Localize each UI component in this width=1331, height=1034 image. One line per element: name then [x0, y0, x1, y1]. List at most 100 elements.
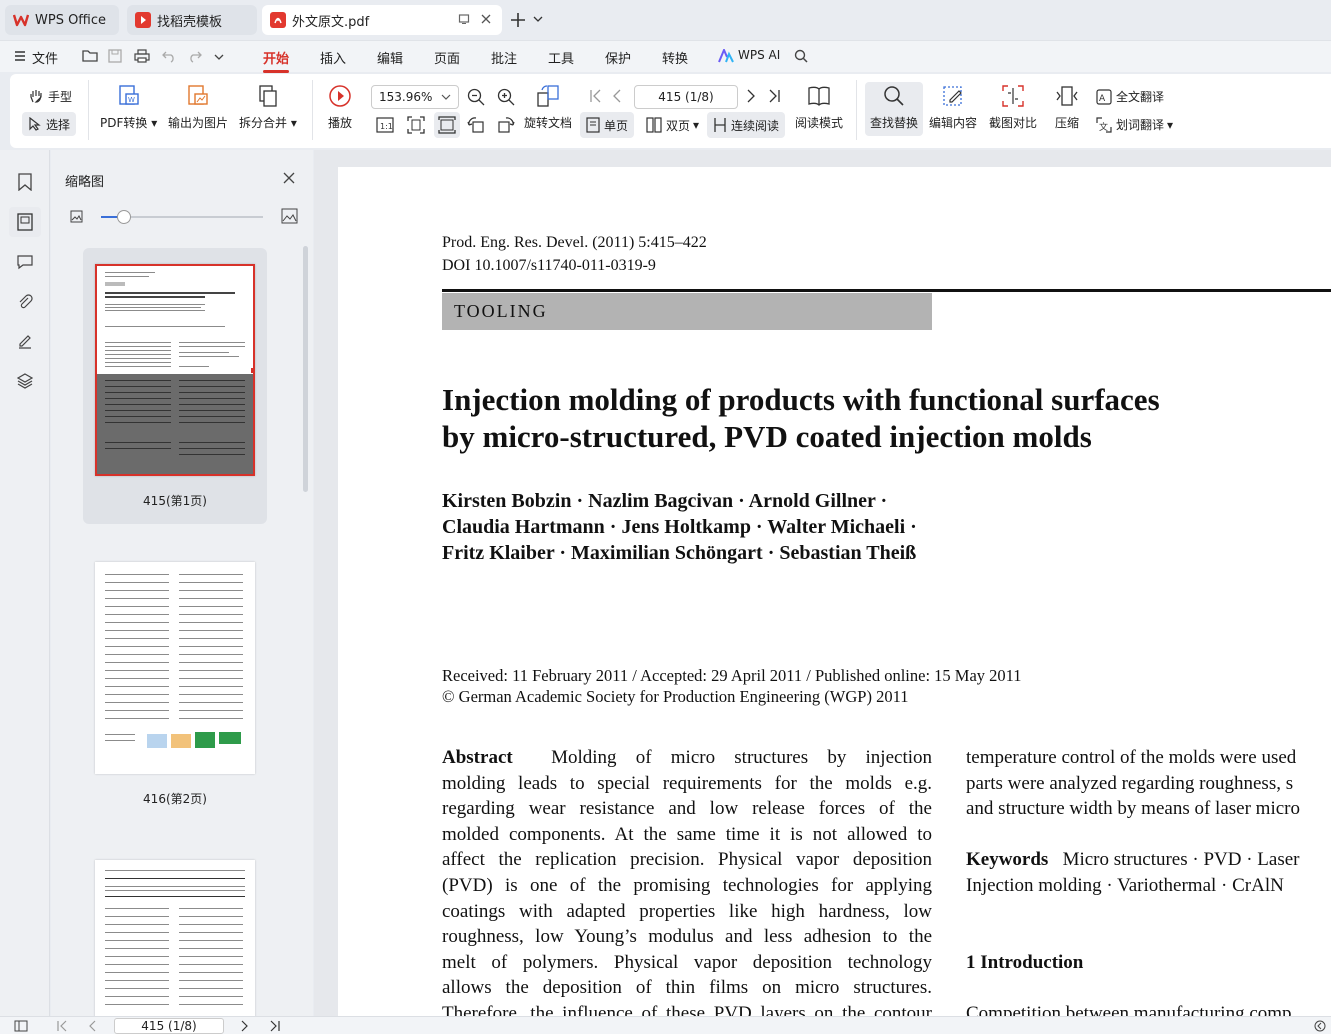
slider-handle[interactable] [117, 210, 131, 224]
hand-tool-button[interactable]: 手型 [24, 86, 76, 106]
zoom-in-icon[interactable] [497, 88, 515, 106]
select-label: 选择 [46, 117, 71, 132]
play-button[interactable]: 播放 [328, 84, 352, 131]
export-image-button[interactable]: 输出为图片 [168, 84, 228, 131]
thumbnail-page-2[interactable] [95, 562, 255, 774]
menu-page[interactable]: 页面 [434, 48, 460, 67]
thumbnail-card[interactable]: 415(第1页) [83, 248, 267, 524]
tab-pdf[interactable]: 外文原文.pdf [262, 5, 502, 35]
reading-mode-button[interactable]: 阅读模式 [795, 84, 843, 131]
fit-width-button[interactable] [434, 112, 460, 138]
chevron-down-icon[interactable] [533, 15, 543, 23]
print-icon[interactable] [134, 49, 150, 63]
save-icon[interactable] [108, 49, 122, 63]
chevron-down-icon[interactable] [214, 53, 224, 61]
next-page-icon[interactable] [239, 1020, 249, 1032]
hamburger-icon[interactable] [14, 50, 26, 62]
thumbnail-panel: 缩略图 415(第1页) 416(第2页) [51, 150, 313, 1016]
rotate-doc-button[interactable]: 旋转文档 [524, 84, 572, 131]
hand-label: 手型 [48, 89, 73, 104]
folder-icon[interactable] [82, 49, 98, 63]
layers-icon[interactable] [17, 373, 33, 389]
word-translate-button[interactable]: 文 划词翻译 ▾ [1096, 116, 1173, 133]
attachment-icon[interactable] [17, 293, 33, 309]
search-icon[interactable] [794, 49, 808, 63]
word-translate-label: 划词翻译 [1116, 118, 1165, 132]
sidebar-toggle-icon[interactable] [14, 1020, 28, 1032]
close-icon[interactable] [283, 172, 295, 184]
zoom-select[interactable]: 153.96% [371, 85, 459, 109]
thumbnail-panel-button[interactable] [9, 207, 41, 237]
rotate-right-icon[interactable] [497, 116, 515, 134]
doi: DOI 10.1007/s11740-011-0319-9 [442, 257, 656, 274]
menu-file[interactable]: 文件 [32, 48, 58, 67]
redo-icon[interactable] [188, 49, 202, 63]
prev-page-icon[interactable] [88, 1020, 98, 1032]
svg-text:A: A [1099, 94, 1106, 104]
double-page-button[interactable]: 双页 ▾ [642, 112, 703, 138]
split-merge-button[interactable]: 拆分合并 ▾ [239, 84, 297, 131]
pdf-convert-button[interactable]: W PDF转换 ▾ [100, 84, 157, 131]
thumbnail-card[interactable]: 416(第2页) [83, 546, 267, 822]
continuous-read-button[interactable]: 连续阅读 [707, 112, 786, 138]
find-replace-button[interactable]: 查找替换 [865, 82, 923, 136]
edit-content-button[interactable]: 编辑内容 [929, 84, 977, 131]
tab-wps-office[interactable]: WPS Office [5, 5, 119, 35]
thumbnail-label: 416(第2页) [143, 792, 207, 806]
page-input[interactable]: 415 (1/8) [634, 85, 738, 109]
first-page-icon[interactable] [588, 88, 602, 104]
body-line: Competition between manufacturing comp [966, 1002, 1292, 1016]
new-tab-icon[interactable] [510, 12, 526, 28]
small-image-icon[interactable] [70, 210, 83, 223]
select-tool-button[interactable]: 选择 [22, 112, 77, 136]
actual-size-icon[interactable]: 1:1 [376, 116, 394, 134]
single-page-button[interactable]: 单页 [580, 112, 635, 138]
bookmark-icon[interactable] [17, 173, 33, 191]
tab-template[interactable]: 找稻壳模板 [127, 5, 257, 35]
menu-protect[interactable]: 保护 [605, 48, 631, 67]
first-page-icon[interactable] [56, 1020, 68, 1032]
full-translate-button[interactable]: A 全文翻译 [1096, 88, 1164, 105]
last-page-icon[interactable] [269, 1020, 281, 1032]
full-translate-label: 全文翻译 [1116, 90, 1165, 104]
reading-mode-label: 阅读模式 [795, 116, 844, 130]
rotate-left-icon[interactable] [467, 116, 485, 134]
menu-insert[interactable]: 插入 [320, 48, 346, 67]
zoom-out-icon[interactable] [467, 88, 485, 106]
menu-home[interactable]: 开始 [263, 48, 290, 73]
last-page-icon[interactable] [768, 88, 782, 104]
signature-icon[interactable] [17, 333, 33, 349]
fit-page-icon[interactable] [407, 116, 425, 134]
screenshot-compare-button[interactable]: 截图对比 [989, 84, 1037, 131]
pdf-page[interactable]: Prod. Eng. Res. Devel. (2011) 5:415–422 … [338, 167, 1331, 1016]
close-tab-icon[interactable] [480, 13, 492, 25]
thumbnail-page-3[interactable] [95, 860, 255, 1016]
authors-line-1: Kirsten Bobzin · Nazlim Bagcivan · Arnol… [442, 490, 888, 512]
thumbnail-size-slider[interactable] [101, 210, 263, 224]
thumbnail-scrollbar[interactable] [303, 246, 308, 492]
menu-wps-ai[interactable]: WPS AI [738, 48, 780, 62]
keywords-heading: Keywords [966, 849, 1049, 871]
next-page-icon[interactable] [746, 88, 756, 104]
split-merge-label: 拆分合并 [239, 116, 288, 130]
thumbnail-card[interactable] [83, 844, 267, 1016]
abstract: Abstract Molding of micro structures by … [442, 745, 932, 1016]
keywords-line: Micro structures · PVD · Laser [1062, 849, 1300, 871]
menu-comment[interactable]: 批注 [491, 48, 517, 67]
large-image-icon[interactable] [281, 208, 298, 224]
fit-width-icon [438, 116, 456, 134]
comment-icon[interactable] [17, 254, 33, 270]
window-icon[interactable] [458, 13, 470, 25]
status-page-input[interactable]: 415 (1/8) [114, 1018, 224, 1034]
menu-convert[interactable]: 转换 [662, 48, 688, 67]
menu-tools[interactable]: 工具 [548, 48, 574, 67]
book-icon [808, 86, 830, 106]
thumbnail-page-1[interactable] [95, 264, 255, 476]
compress-button[interactable]: 压缩 [1055, 84, 1079, 131]
compare-icon [1002, 85, 1024, 107]
prev-page-icon[interactable] [612, 88, 622, 104]
abstract-line: coatings with adapted properties like hi… [442, 900, 932, 922]
scroll-left-icon[interactable] [1314, 1020, 1326, 1032]
menu-edit[interactable]: 编辑 [377, 48, 403, 67]
undo-icon[interactable] [162, 49, 176, 63]
